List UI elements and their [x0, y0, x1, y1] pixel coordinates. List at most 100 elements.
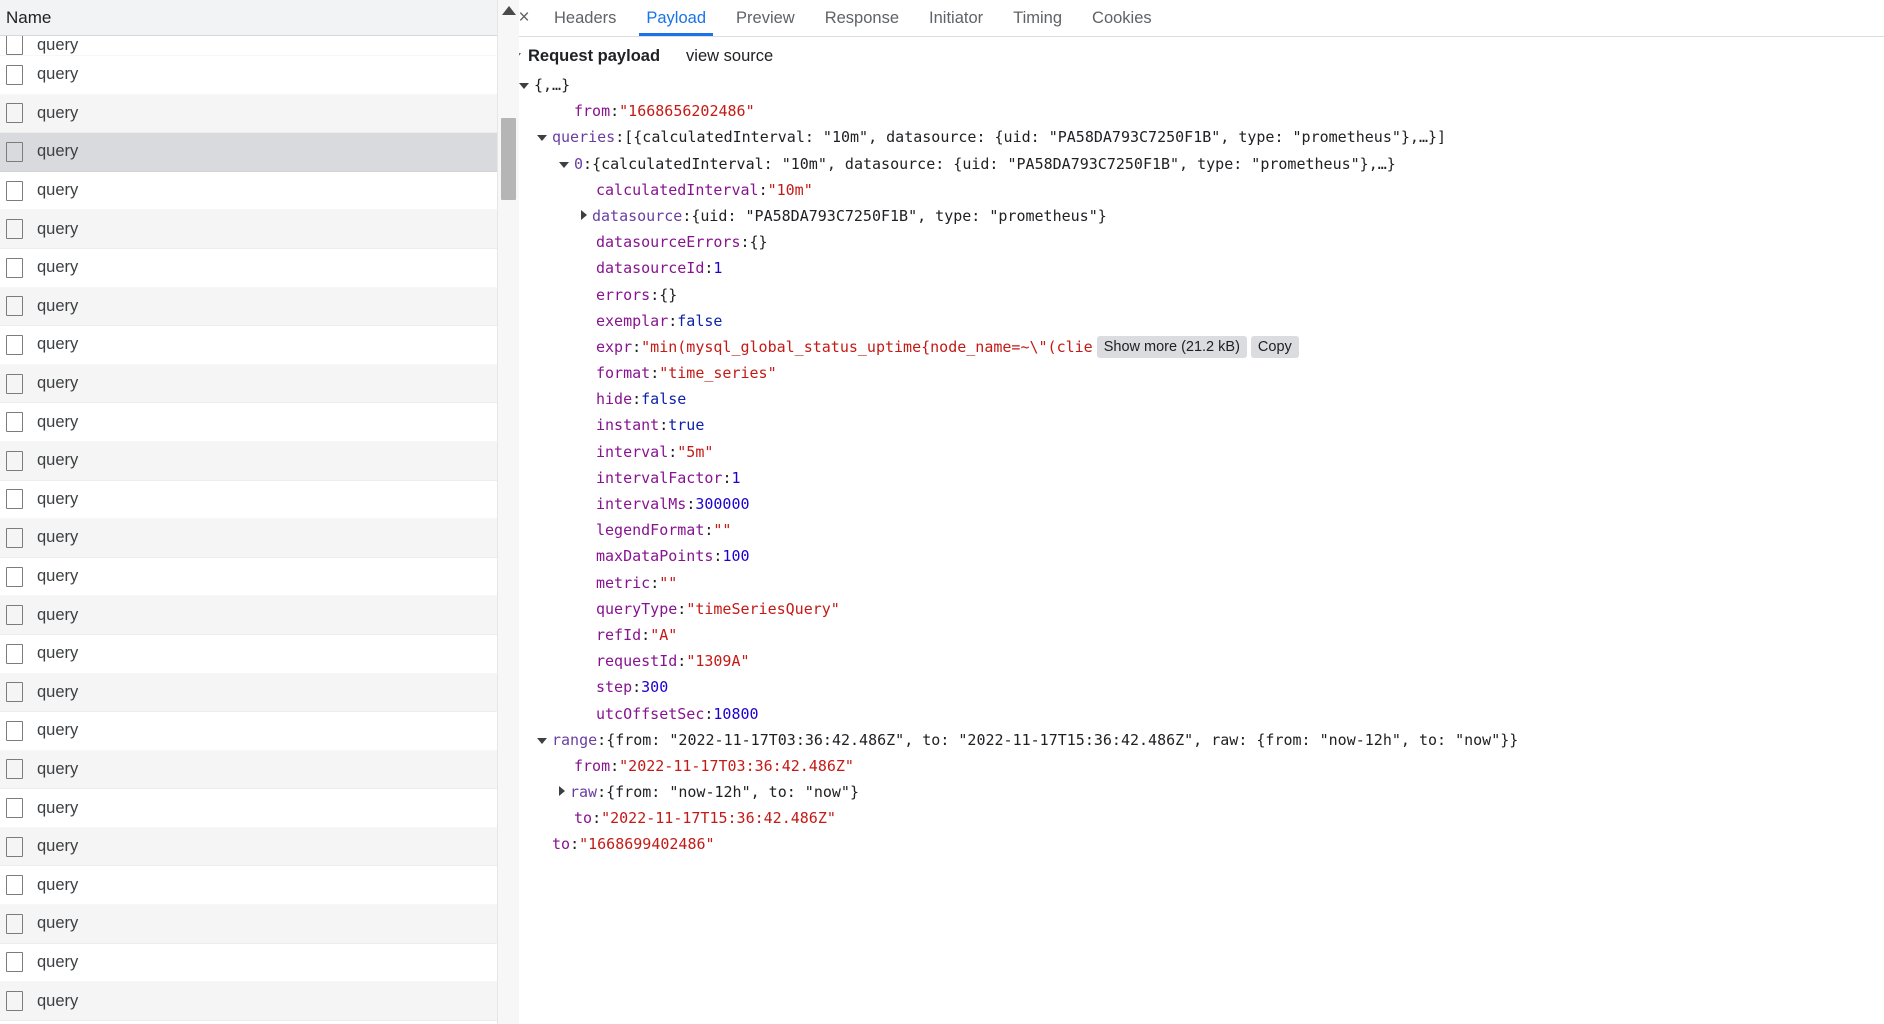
- json-separator: :: [740, 233, 750, 252]
- request-row[interactable]: query: [0, 519, 497, 558]
- document-icon: [6, 64, 23, 85]
- json-row-calculatedInterval[interactable]: calculatedInterval: "10m": [513, 177, 1884, 203]
- request-row[interactable]: query: [0, 441, 497, 481]
- chevron-right-icon[interactable]: [581, 209, 587, 220]
- json-value: "timeSeriesQuery": [686, 599, 840, 618]
- show-more-button[interactable]: Show more (21.2 kB): [1096, 335, 1247, 358]
- document-icon: [6, 527, 23, 548]
- json-row-intervalFactor[interactable]: intervalFactor: 1: [513, 465, 1884, 491]
- tab-cookies[interactable]: Cookies: [1077, 0, 1167, 36]
- json-separator: :: [632, 390, 642, 409]
- request-row[interactable]: query: [0, 210, 497, 249]
- column-header-name[interactable]: Name: [4, 8, 51, 28]
- json-value: 300000: [695, 495, 750, 513]
- copy-button[interactable]: Copy: [1250, 335, 1299, 358]
- request-row[interactable]: query: [0, 789, 497, 828]
- request-row[interactable]: query: [0, 56, 497, 95]
- json-row-root[interactable]: {,…}: [513, 72, 1884, 98]
- request-row[interactable]: query: [0, 634, 497, 674]
- chevron-down-icon[interactable]: [537, 737, 547, 744]
- json-row-maxDataPoints[interactable]: maxDataPoints: 100: [513, 543, 1884, 569]
- json-row-utcOffsetSec[interactable]: utcOffsetSec: 10800: [513, 701, 1884, 727]
- json-row-range-to[interactable]: to: "2022-11-17T15:36:42.486Z": [513, 805, 1884, 831]
- json-row-refId[interactable]: refId: "A": [513, 622, 1884, 648]
- json-row-range[interactable]: range: {from: "2022-11-17T03:36:42.486Z"…: [513, 727, 1884, 753]
- request-row-name: query: [37, 991, 79, 1010]
- json-row-step[interactable]: step: 300: [513, 674, 1884, 700]
- tab-preview[interactable]: Preview: [721, 0, 810, 36]
- json-row-metric[interactable]: metric: "": [513, 570, 1884, 596]
- json-row-datasourceErrors[interactable]: datasourceErrors: {}: [513, 229, 1884, 255]
- chevron-down-icon[interactable]: [559, 161, 569, 168]
- json-row-datasource[interactable]: datasource: {uid: "PA58DA793C7250F1B", t…: [513, 203, 1884, 229]
- document-icon: [6, 450, 23, 471]
- json-row-from[interactable]: from: "1668656202486": [513, 98, 1884, 124]
- request-row[interactable]: query: [0, 557, 497, 597]
- request-row[interactable]: query: [0, 480, 497, 520]
- json-key: interval: [596, 442, 669, 461]
- chevron-right-icon[interactable]: [559, 786, 565, 797]
- json-row-hide[interactable]: hide: false: [513, 386, 1884, 412]
- view-source-link[interactable]: view source: [686, 47, 773, 66]
- request-rows-container[interactable]: query query query query query query query query…: [0, 36, 497, 1024]
- json-key: maxDataPoints: [596, 547, 714, 566]
- json-row-instant[interactable]: instant: true: [513, 412, 1884, 438]
- scroll-up-arrow-icon[interactable]: [501, 6, 516, 15]
- request-row[interactable]: query: [0, 133, 497, 172]
- json-row-to[interactable]: to: "1668699402486": [513, 831, 1884, 857]
- request-row[interactable]: query: [0, 171, 497, 211]
- request-list-scrollbar[interactable]: [497, 0, 519, 1024]
- request-row[interactable]: query: [0, 248, 497, 288]
- tab-payload[interactable]: Payload: [631, 0, 721, 36]
- json-row-errors[interactable]: errors: {}: [513, 282, 1884, 308]
- json-row-queryType[interactable]: queryType: "timeSeriesQuery": [513, 596, 1884, 622]
- request-row[interactable]: query: [0, 326, 497, 365]
- tab-response[interactable]: Response: [810, 0, 914, 36]
- json-row-exemplar[interactable]: exemplar: false: [513, 308, 1884, 334]
- json-row-interval[interactable]: interval: "5m": [513, 439, 1884, 465]
- json-value: 100: [722, 547, 750, 566]
- request-row[interactable]: query: [0, 943, 497, 983]
- json-row-requestId[interactable]: requestId: "1309A": [513, 648, 1884, 674]
- request-row[interactable]: query: [0, 673, 497, 713]
- tab-timing[interactable]: Timing: [998, 0, 1077, 36]
- scrollbar-thumb[interactable]: [501, 118, 516, 200]
- json-row-queries[interactable]: queries: [{calculatedInterval: "10m", da…: [513, 124, 1884, 150]
- json-row-range-from[interactable]: from: "2022-11-17T03:36:42.486Z": [513, 753, 1884, 779]
- json-row-range-raw[interactable]: raw: {from: "now-12h", to: "now"}: [513, 779, 1884, 805]
- request-row-name: query: [37, 605, 79, 624]
- tab-headers[interactable]: Headers: [539, 0, 631, 36]
- request-row[interactable]: query: [0, 982, 497, 1021]
- json-row-expr[interactable]: expr: "min(mysql_global_status_uptime{no…: [513, 334, 1884, 360]
- chevron-down-icon[interactable]: [519, 83, 529, 89]
- json-row-legendFormat[interactable]: legendFormat: "": [513, 517, 1884, 543]
- request-row[interactable]: query: [0, 712, 497, 751]
- json-value: "10m": [767, 180, 813, 199]
- document-icon: [6, 836, 23, 857]
- request-row[interactable]: query: [0, 750, 497, 790]
- json-row-datasourceId[interactable]: datasourceId: 1: [513, 255, 1884, 281]
- json-key: from: [574, 756, 611, 775]
- request-row[interactable]: query: [0, 827, 497, 867]
- request-row[interactable]: query: [0, 287, 497, 327]
- request-row[interactable]: query: [0, 905, 497, 944]
- request-row[interactable]: query: [0, 94, 497, 134]
- chevron-down-icon[interactable]: [537, 135, 547, 142]
- document-icon: [6, 489, 23, 510]
- json-row-intervalMs[interactable]: intervalMs: 300000: [513, 491, 1884, 517]
- tab-initiator[interactable]: Initiator: [914, 0, 998, 36]
- json-row-format[interactable]: format: "time_series": [513, 360, 1884, 386]
- request-row[interactable]: query: [0, 36, 497, 56]
- request-row[interactable]: query: [0, 403, 497, 442]
- request-row[interactable]: query: [0, 364, 497, 404]
- request-row[interactable]: query: [0, 866, 497, 906]
- json-key: expr: [596, 337, 633, 356]
- json-row-queries-0[interactable]: 0: {calculatedInterval: "10m", datasourc…: [513, 151, 1884, 177]
- json-value: true: [668, 416, 705, 435]
- request-row[interactable]: query: [0, 596, 497, 635]
- json-payload-tree[interactable]: {,…} from: "1668656202486" queries: [{calc…: [501, 72, 1884, 858]
